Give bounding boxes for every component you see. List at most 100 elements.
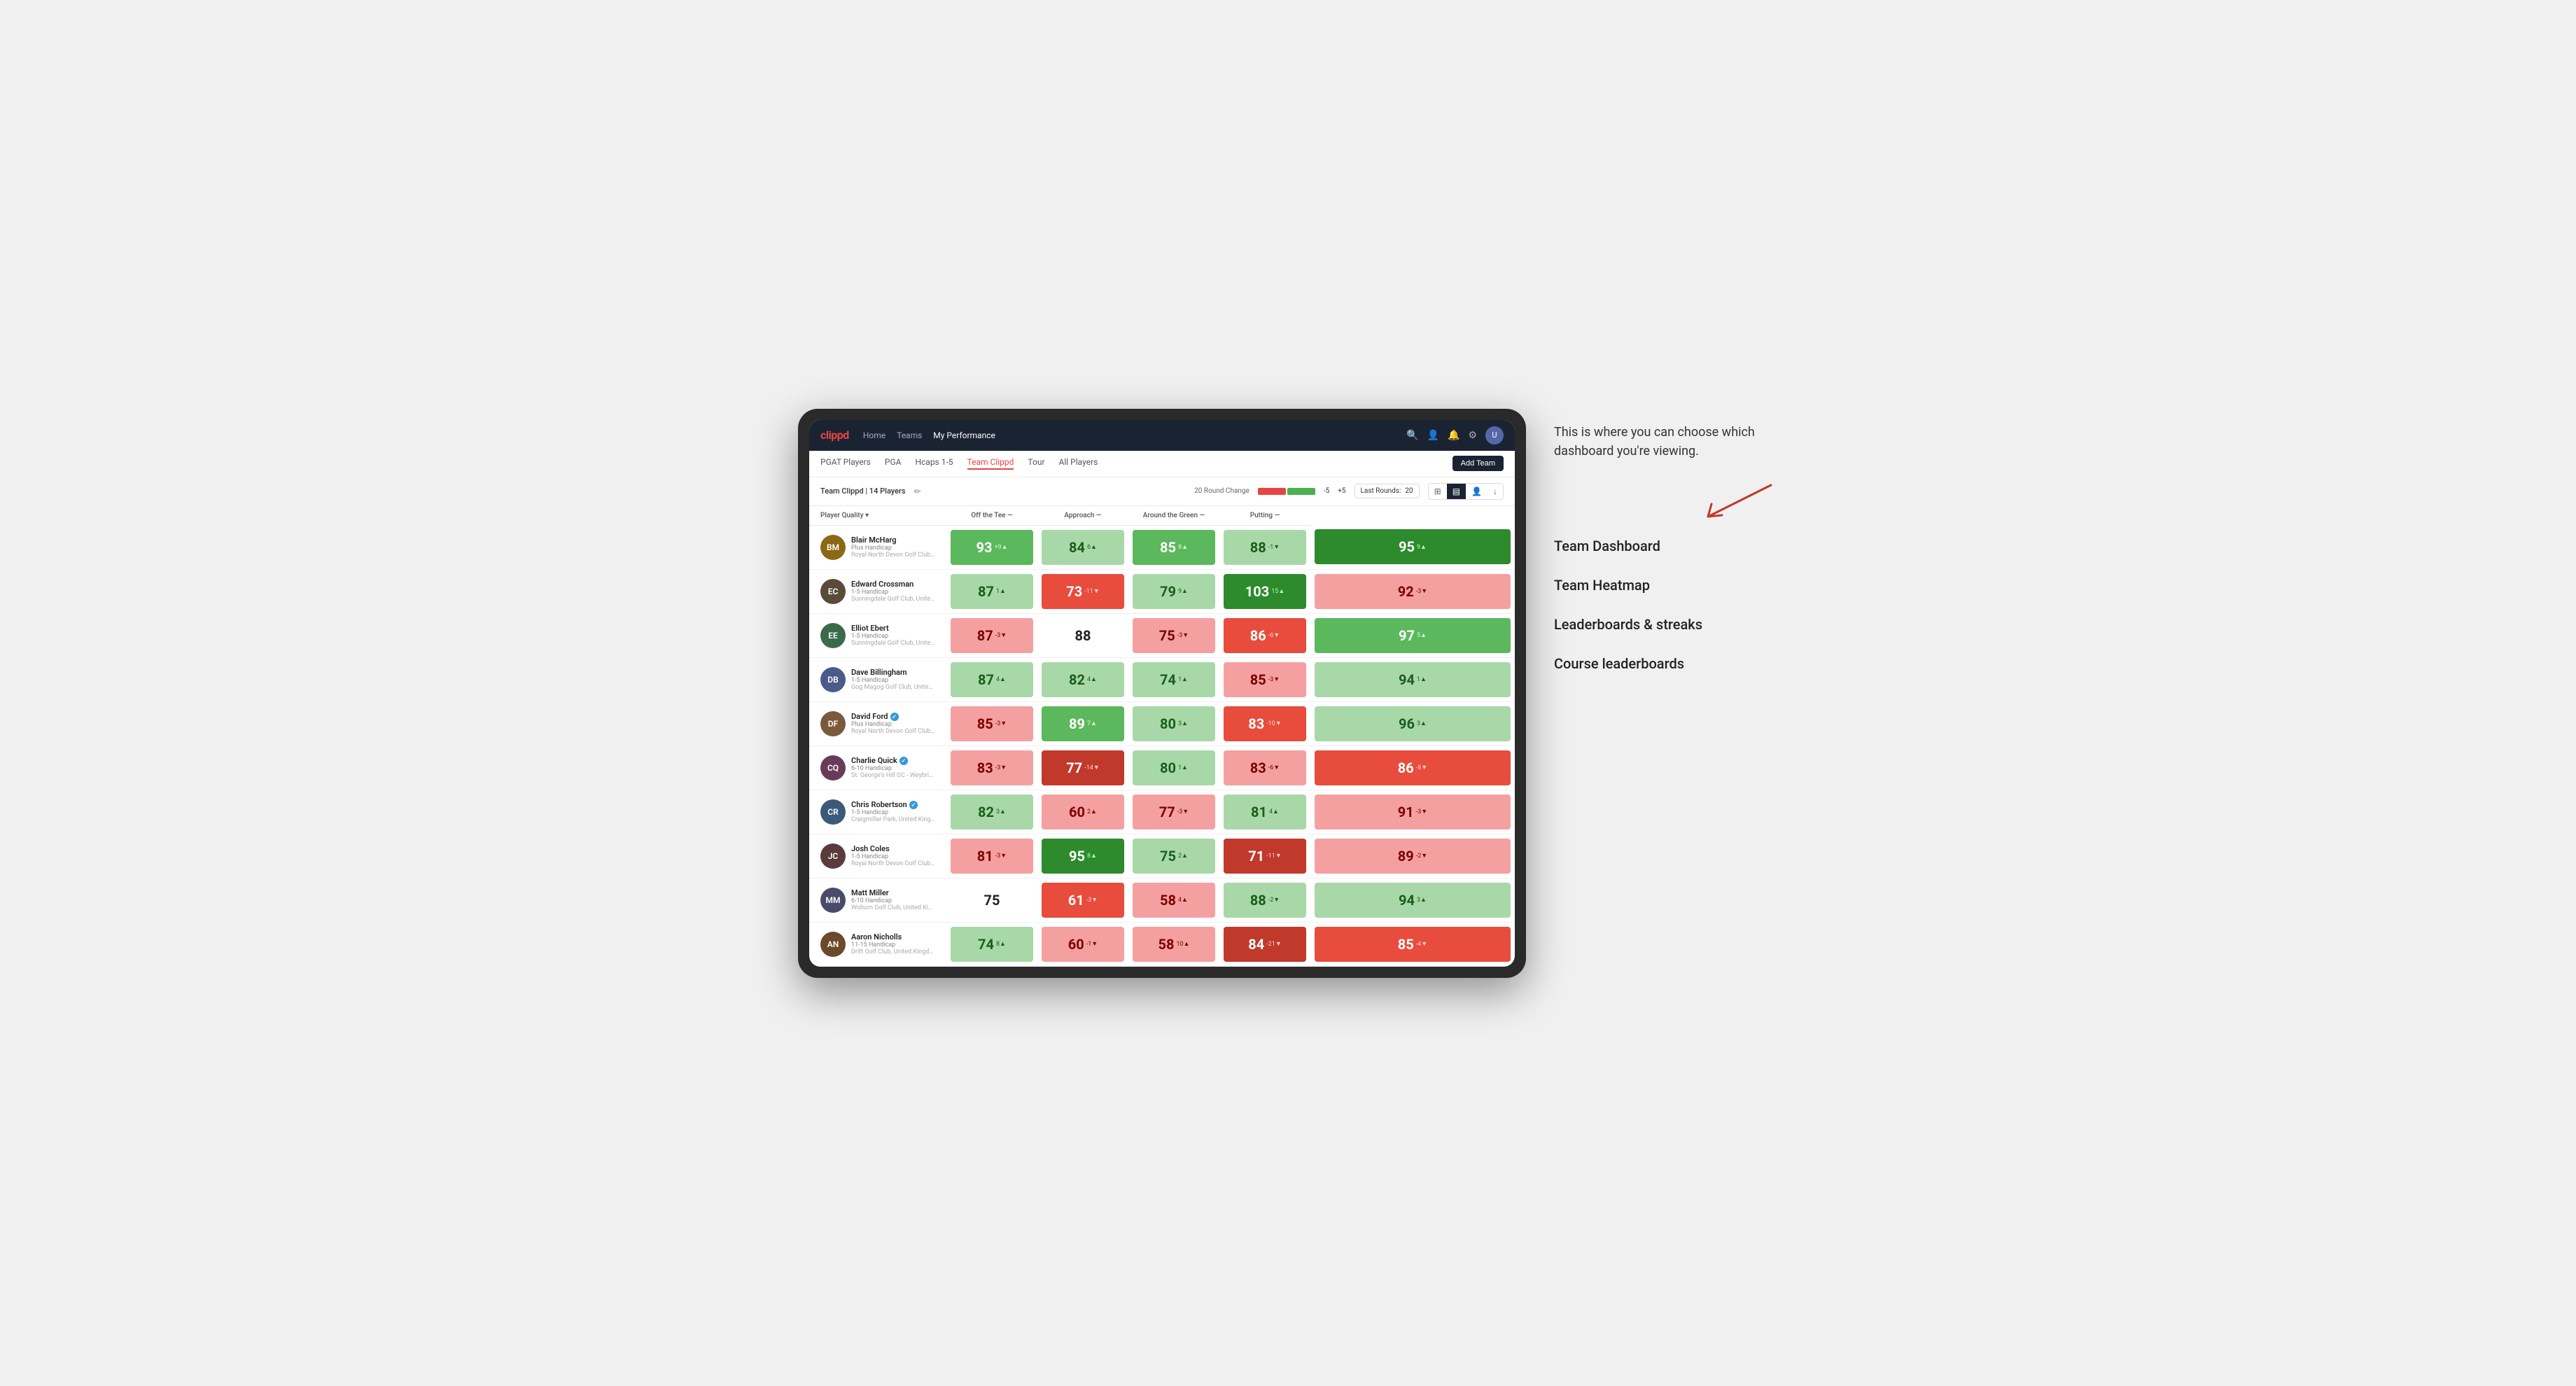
stat-change: -3▼: [1177, 631, 1189, 639]
nav-link-teams[interactable]: Teams: [897, 430, 922, 440]
stat-cell-around_green: 88-1▼: [1219, 525, 1310, 569]
settings-icon[interactable]: ⚙: [1468, 430, 1477, 441]
stat-value: 75: [984, 892, 1000, 909]
table-row[interactable]: EEElliot Ebert1-5 HandicapSunningdale Go…: [809, 613, 1515, 657]
table-row[interactable]: CRChris Robertson1-5 HandicapCraigmillar…: [809, 790, 1515, 834]
bar-negative: [1258, 488, 1286, 495]
player-avatar: CQ: [820, 755, 846, 780]
stat-value: 84: [1248, 936, 1264, 953]
stat-change: -11▼: [1266, 852, 1282, 860]
table-row[interactable]: DBDave Billingham1-5 HandicapGog Magog G…: [809, 657, 1515, 701]
stat-cell-around_green: 85-3▼: [1219, 657, 1310, 701]
stat-change: -3▼: [995, 764, 1007, 771]
search-icon[interactable]: 🔍: [1406, 430, 1418, 441]
dashboard-option-3: Course leaderboards: [1554, 647, 1778, 680]
nav-link-performance[interactable]: My Performance: [933, 430, 995, 440]
col-header-player[interactable]: Player Quality ▾: [809, 506, 946, 526]
stat-cell-approach: 858▲: [1128, 525, 1219, 569]
sub-nav-pga[interactable]: PGA: [885, 457, 902, 470]
table-row[interactable]: DFDavid FordPlus HandicapRoyal North Dev…: [809, 701, 1515, 746]
view-grid-button[interactable]: ⊞: [1429, 484, 1447, 499]
table-row[interactable]: CQCharlie Quick6-10 HandicapSt. George's…: [809, 746, 1515, 790]
col-header-around-green[interactable]: Around the Green —: [1128, 506, 1219, 526]
stat-change: 10▲: [1176, 940, 1189, 948]
dashboard-option-2: Leaderboards & streaks: [1554, 608, 1778, 641]
stat-value: 79: [1160, 583, 1176, 600]
dashboard-option-1: Team Heatmap: [1554, 568, 1778, 602]
view-download-button[interactable]: ↓: [1488, 484, 1503, 499]
table-row[interactable]: JCJosh Coles1-5 HandicapRoyal North Devo…: [809, 834, 1515, 878]
stat-change: 6▲: [1087, 543, 1097, 551]
stat-change: 1▲: [1417, 676, 1427, 683]
stat-value: 88: [1250, 892, 1266, 909]
col-header-off-tee[interactable]: Off the Tee —: [946, 506, 1037, 526]
stat-cell-off_tee: 61-3▼: [1037, 878, 1128, 922]
nav-icons: 🔍 👤 🔔 ⚙ U: [1406, 426, 1504, 444]
table-row[interactable]: ANAaron Nicholls11-15 HandicapDrift Golf…: [809, 922, 1515, 966]
stat-change: 3▲: [1417, 896, 1427, 904]
player-stats-table: Player Quality ▾ Off the Tee — Approach …: [809, 506, 1515, 967]
stat-value: 77: [1159, 804, 1175, 820]
player-cell-5: CQCharlie Quick6-10 HandicapSt. George's…: [809, 746, 946, 790]
table-controls-bar: Team Clippd | 14 Players ✏ 20 Round Chan…: [809, 477, 1515, 506]
sub-nav-all-players[interactable]: All Players: [1059, 457, 1098, 470]
stat-value: 85: [1160, 539, 1176, 556]
stat-value: 93: [976, 539, 992, 556]
stat-cell-off_tee: 824▲: [1037, 657, 1128, 701]
table-row[interactable]: ECEdward Crossman1-5 HandicapSunningdale…: [809, 569, 1515, 613]
player-club: Gog Magog Golf Club, United Kingdom: [851, 684, 935, 691]
stat-cell-approach: 803▲: [1128, 701, 1219, 746]
user-avatar[interactable]: U: [1485, 426, 1504, 444]
stat-cell-around_green: 83-6▼: [1219, 746, 1310, 790]
edit-icon[interactable]: ✏: [914, 486, 921, 496]
stat-cell-putting: 941▲: [1310, 657, 1515, 701]
col-header-putting[interactable]: Putting —: [1219, 506, 1310, 526]
view-table-button[interactable]: ▤: [1447, 484, 1466, 499]
bell-icon[interactable]: 🔔: [1448, 430, 1460, 441]
stat-cell-off_tee: 73-11▼: [1037, 569, 1128, 613]
player-name: Aaron Nicholls: [851, 932, 935, 941]
player-cell-0: BMBlair McHargPlus HandicapRoyal North D…: [809, 525, 946, 569]
nav-link-home[interactable]: Home: [863, 430, 886, 440]
view-chart-button[interactable]: 👤: [1466, 484, 1488, 499]
last-rounds-button[interactable]: Last Rounds: 20: [1354, 484, 1420, 498]
change-plus: +5: [1338, 487, 1345, 495]
stat-change: -3▼: [1177, 808, 1189, 816]
table-row[interactable]: BMBlair McHargPlus HandicapRoyal North D…: [809, 525, 1515, 569]
sub-nav-team-clippd[interactable]: Team Clippd: [967, 457, 1014, 470]
stat-value: 75: [1159, 627, 1175, 644]
stat-value: 86: [1398, 760, 1414, 776]
player-club: St. George's Hill GC - Weybridge - Surre…: [851, 772, 935, 779]
col-header-approach[interactable]: Approach —: [1037, 506, 1128, 526]
stat-value: 82: [978, 804, 994, 820]
stat-cell-quality: 823▲: [946, 790, 1037, 834]
player-cell-8: MMMatt Miller6-10 HandicapWoburn Golf Cl…: [809, 878, 946, 922]
stat-change: -8▼: [1416, 764, 1427, 771]
stat-change: 8▲: [1178, 543, 1188, 551]
player-handicap: 1-5 Handicap: [851, 853, 935, 860]
stat-change: 8▲: [1087, 852, 1097, 860]
player-name: David Ford: [851, 712, 935, 721]
stat-change: -1▼: [1268, 543, 1280, 551]
stat-cell-approach: 5810▲: [1128, 922, 1219, 966]
player-cell-3: DBDave Billingham1-5 HandicapGog Magog G…: [809, 657, 946, 701]
add-team-button[interactable]: Add Team: [1452, 456, 1504, 471]
player-cell-4: DFDavid FordPlus HandicapRoyal North Dev…: [809, 701, 946, 746]
sub-nav-pgat[interactable]: PGAT Players: [820, 457, 871, 470]
stat-value: 60: [1068, 936, 1084, 953]
stat-value: 82: [1069, 671, 1085, 688]
user-icon[interactable]: 👤: [1427, 430, 1439, 441]
stat-change: -2▼: [1268, 896, 1280, 904]
stat-change: -6▼: [1268, 764, 1280, 771]
logo[interactable]: clippd: [820, 428, 849, 442]
stat-value: 87: [978, 583, 994, 600]
sub-nav-hcaps[interactable]: Hcaps 1-5: [915, 457, 953, 470]
stat-value: 77: [1066, 760, 1082, 776]
player-cell-7: JCJosh Coles1-5 HandicapRoyal North Devo…: [809, 834, 946, 878]
table-row[interactable]: MMMatt Miller6-10 HandicapWoburn Golf Cl…: [809, 878, 1515, 922]
stat-value: 71: [1248, 848, 1264, 864]
sub-nav-tour[interactable]: Tour: [1028, 457, 1044, 470]
stat-value: 85: [977, 715, 993, 732]
player-handicap: Plus Handicap: [851, 721, 935, 728]
player-cell-2: EEElliot Ebert1-5 HandicapSunningdale Go…: [809, 613, 946, 657]
